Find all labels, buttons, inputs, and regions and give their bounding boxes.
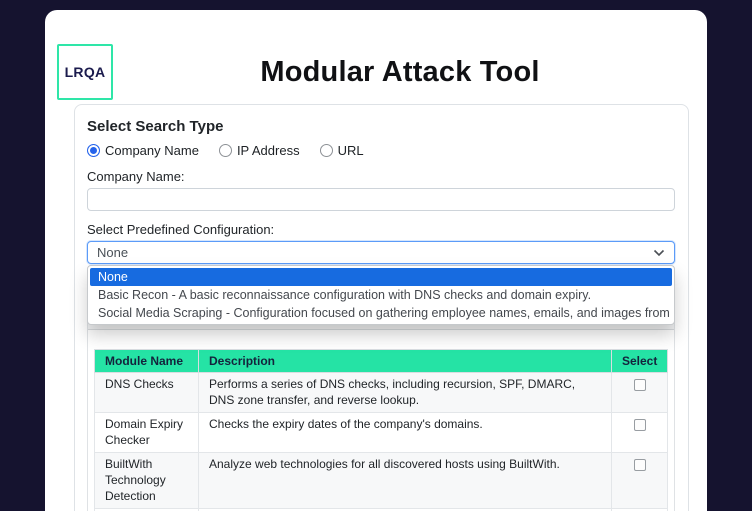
app-card: LRQA Modular Attack Tool Select Search T… (45, 10, 707, 511)
header-select: Select (612, 349, 668, 372)
modules-table: Module Name Description Select DNS Check… (94, 349, 668, 511)
module-name-cell: DNS Checks (95, 372, 199, 412)
module-checkbox-domain-expiry-checker[interactable] (634, 419, 646, 431)
modules-table-header-row: Module Name Description Select (95, 349, 668, 372)
dropdown-option-basic-recon[interactable]: Basic Recon - A basic reconnaissance con… (90, 286, 672, 304)
page-title: Modular Attack Tool (113, 56, 687, 89)
radio-company-name[interactable] (87, 144, 100, 157)
search-type-radio-group: Company Name IP Address URL (87, 143, 675, 158)
dropdown-option-social-media-scraping[interactable]: Social Media Scraping - Configuration fo… (90, 304, 672, 322)
search-type-heading: Select Search Type (87, 118, 675, 135)
config-select-value: None (97, 245, 128, 260)
radio-option-url[interactable]: URL (320, 143, 364, 158)
radio-label[interactable]: Company Name (105, 143, 199, 158)
osint-domain-body: Module Name Description Select DNS Check… (88, 330, 674, 511)
header-description: Description (199, 349, 612, 372)
config-select-label: Select Predefined Configuration: (87, 222, 675, 237)
dropdown-option-none[interactable]: None (90, 268, 672, 286)
company-name-label: Company Name: (87, 169, 675, 184)
search-panel: Select Search Type Company Name IP Addre… (74, 104, 689, 511)
module-name-cell: Domain Expiry Checker (95, 413, 199, 453)
table-row: Domain Expiry Checker Checks the expiry … (95, 413, 668, 453)
module-checkbox-builtwith-technology-detection[interactable] (634, 459, 646, 471)
module-name-cell: BuiltWith Technology Detection (95, 453, 199, 509)
module-description-cell: Performs a series of DNS checks, includi… (199, 372, 612, 412)
radio-option-ip-address[interactable]: IP Address (219, 143, 300, 158)
chevron-down-icon (653, 249, 665, 257)
module-checkbox-dns-checks[interactable] (634, 379, 646, 391)
radio-option-company-name[interactable]: Company Name (87, 143, 199, 158)
radio-ip-address[interactable] (219, 144, 232, 157)
radio-url[interactable] (320, 144, 333, 157)
table-row: BuiltWith Technology Detection Analyze w… (95, 453, 668, 509)
module-description-cell: Analyze web technologies for all discove… (199, 453, 612, 509)
config-select[interactable]: None (87, 241, 675, 264)
header-module-name: Module Name (95, 349, 199, 372)
lrqa-logo-text: LRQA (65, 64, 106, 80)
osint-domain-section: OSINT - Domain Module Name Description S… (87, 294, 675, 511)
lrqa-logo: LRQA (57, 44, 113, 100)
radio-label[interactable]: IP Address (237, 143, 300, 158)
config-select-dropdown: None Basic Recon - A basic reconnaissanc… (87, 265, 675, 325)
company-name-input[interactable] (87, 188, 675, 211)
app-header: LRQA Modular Attack Tool (57, 44, 687, 100)
table-row: DNS Checks Performs a series of DNS chec… (95, 372, 668, 412)
radio-label[interactable]: URL (338, 143, 364, 158)
config-select-wrap: None None Basic Recon - A basic reconnai… (87, 241, 675, 264)
module-description-cell: Checks the expiry dates of the company's… (199, 413, 612, 453)
